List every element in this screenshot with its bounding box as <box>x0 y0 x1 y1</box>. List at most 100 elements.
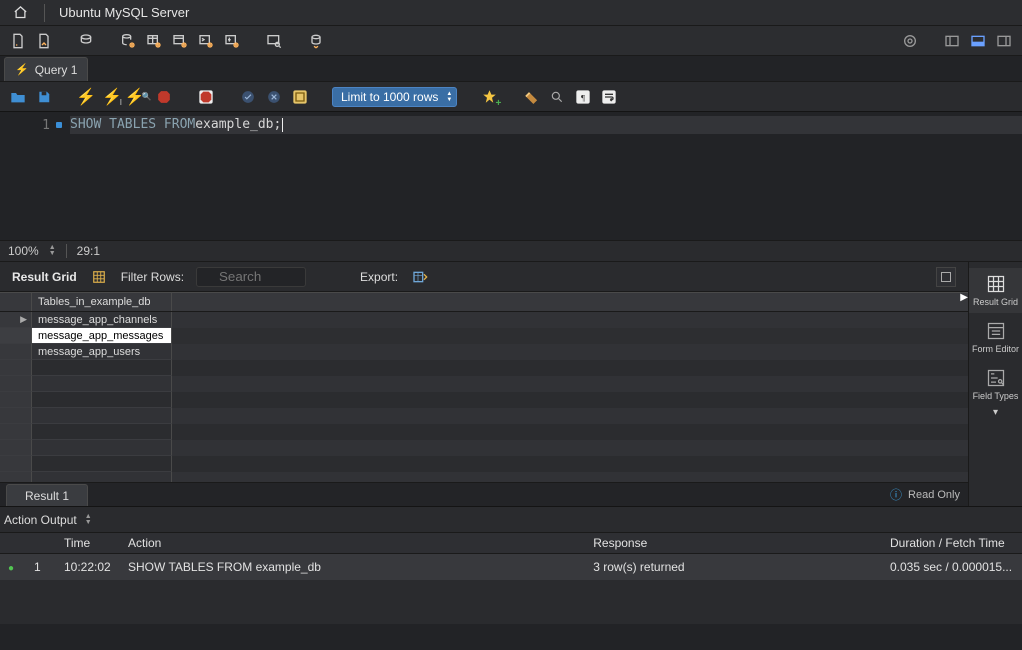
panel-right-icon[interactable] <box>994 31 1014 51</box>
cursor-position: 29:1 <box>77 244 100 258</box>
col-response[interactable]: Response <box>585 536 882 550</box>
stop-on-error-icon[interactable] <box>196 87 216 107</box>
action-output-columns: Time Action Response Duration / Fetch Ti… <box>0 532 1022 554</box>
table-row-empty <box>0 360 968 376</box>
db-add-table-icon[interactable] <box>144 31 164 51</box>
connection-title: Ubuntu MySQL Server <box>59 5 189 20</box>
save-file-icon[interactable] <box>34 87 54 107</box>
code-line[interactable]: SHOW TABLES FROM example_db; <box>70 116 1022 134</box>
beautify-icon[interactable] <box>521 87 541 107</box>
action-output-empty <box>0 580 1022 624</box>
sql-editor[interactable]: 1 SHOW TABLES FROM example_db; <box>0 112 1022 240</box>
search-table-icon[interactable] <box>264 31 284 51</box>
table-cell[interactable]: message_app_channels <box>32 312 172 328</box>
table-row-empty <box>0 472 968 482</box>
export-icon[interactable] <box>410 267 430 287</box>
reconnect-icon[interactable] <box>306 31 326 51</box>
invisible-chars-icon[interactable]: ¶ <box>573 87 593 107</box>
export-label: Export: <box>360 270 398 284</box>
editor-gutter: 1 <box>0 112 70 240</box>
table-cell[interactable]: message_app_messages <box>32 328 172 344</box>
ao-response: 3 row(s) returned <box>585 560 882 574</box>
commit-icon[interactable] <box>238 87 258 107</box>
query-tab-label: Query 1 <box>35 63 78 77</box>
favorite-icon[interactable]: + <box>479 87 499 107</box>
updown-icon: ▲▼ <box>446 91 452 103</box>
wrap-icon[interactable] <box>599 87 619 107</box>
open-sql-file-icon[interactable] <box>34 31 54 51</box>
table-row-empty <box>0 408 968 424</box>
db-add-function-icon[interactable] <box>222 31 242 51</box>
chevron-down-icon[interactable]: ▾ <box>993 407 998 418</box>
explain-icon[interactable]: ⚡🔍 <box>128 87 148 107</box>
ao-time: 10:22:02 <box>56 560 120 574</box>
open-file-icon[interactable] <box>8 87 28 107</box>
filter-input[interactable] <box>196 267 306 287</box>
db-add-view-icon[interactable] <box>170 31 190 51</box>
table-row-empty <box>0 424 968 440</box>
side-result-grid[interactable]: Result Grid <box>969 268 1022 313</box>
find-icon[interactable] <box>547 87 567 107</box>
col-duration[interactable]: Duration / Fetch Time <box>882 536 1022 550</box>
column-header[interactable]: Tables_in_example_db <box>32 293 172 311</box>
main-toolbar <box>0 26 1022 56</box>
toggle-grid-icon[interactable] <box>89 267 109 287</box>
col-time[interactable]: Time <box>56 536 120 550</box>
home-icon[interactable] <box>10 3 30 23</box>
db-add-schema-icon[interactable] <box>118 31 138 51</box>
sql-text: example_db; <box>195 116 281 134</box>
bolt-icon: ⚡ <box>15 63 29 76</box>
table-row-empty <box>0 440 968 456</box>
table-row[interactable]: message_app_users <box>0 344 968 360</box>
ao-duration: 0.035 sec / 0.000015... <box>882 560 1022 574</box>
title-bar: Ubuntu MySQL Server <box>0 0 1022 26</box>
table-row[interactable]: ▶message_app_channels <box>0 312 968 328</box>
grid-header: Tables_in_example_db <box>0 292 968 312</box>
query-tab[interactable]: ⚡ Query 1 <box>4 57 88 81</box>
success-icon: ● <box>8 563 14 574</box>
form-icon <box>986 321 1006 341</box>
result-footer: Result 1 ⓘ Read Only <box>0 482 968 506</box>
settings-gear-icon[interactable] <box>900 31 920 51</box>
filter-rows-label: Filter Rows: <box>121 270 184 284</box>
result-grid[interactable]: Tables_in_example_db ▶message_app_channe… <box>0 292 968 482</box>
result-tab[interactable]: Result 1 <box>6 484 88 506</box>
zoom-stepper-icon[interactable]: ▲▼ <box>49 245 56 257</box>
expand-caret-icon[interactable]: ▶ <box>960 292 968 303</box>
panel-bottom-icon[interactable] <box>968 31 988 51</box>
side-field-types[interactable]: Field Types <box>969 362 1022 407</box>
autocommit-icon[interactable] <box>290 87 310 107</box>
table-row-empty <box>0 392 968 408</box>
statement-marker-icon <box>56 122 62 128</box>
table-cell[interactable]: message_app_users <box>32 344 172 360</box>
table-row-empty <box>0 456 968 472</box>
inspector-icon[interactable] <box>76 31 96 51</box>
col-action[interactable]: Action <box>120 536 585 550</box>
row-limit-label: Limit to 1000 rows <box>341 90 438 104</box>
execute-icon[interactable]: ⚡ <box>76 87 96 107</box>
info-icon: ⓘ <box>890 486 902 503</box>
new-sql-file-icon[interactable] <box>8 31 28 51</box>
result-grid-label: Result Grid <box>12 270 77 284</box>
db-add-routine-icon[interactable] <box>196 31 216 51</box>
readonly-badge: ⓘ Read Only <box>890 486 960 503</box>
query-toolbar: ⚡ ⚡I ⚡🔍 Limit to 1000 rows ▲▼ + ¶ <box>0 82 1022 112</box>
wrap-cell-icon[interactable] <box>936 267 956 287</box>
sql-keyword: SHOW TABLES FROM <box>70 116 195 134</box>
row-limit-select[interactable]: Limit to 1000 rows ▲▼ <box>332 87 457 107</box>
action-output-row[interactable]: ● 1 10:22:02 SHOW TABLES FROM example_db… <box>0 554 1022 580</box>
side-form-editor[interactable]: Form Editor <box>969 315 1022 360</box>
field-types-icon <box>986 368 1006 388</box>
output-select-icon[interactable]: ▲▼ <box>85 514 92 526</box>
panel-left-icon[interactable] <box>942 31 962 51</box>
svg-text:¶: ¶ <box>581 92 585 102</box>
execute-current-icon[interactable]: ⚡I <box>102 87 122 107</box>
table-row-empty <box>0 376 968 392</box>
zoom-level[interactable]: 100% <box>8 244 39 258</box>
editor-status-bar: 100% ▲▼ 29:1 <box>0 240 1022 262</box>
table-row[interactable]: message_app_messages <box>0 328 968 344</box>
rollback-icon[interactable] <box>264 87 284 107</box>
action-output-title[interactable]: Action Output <box>4 513 77 527</box>
result-toolbar: Result Grid Filter Rows: 🔍 Export: <box>0 262 968 292</box>
stop-icon[interactable] <box>154 87 174 107</box>
